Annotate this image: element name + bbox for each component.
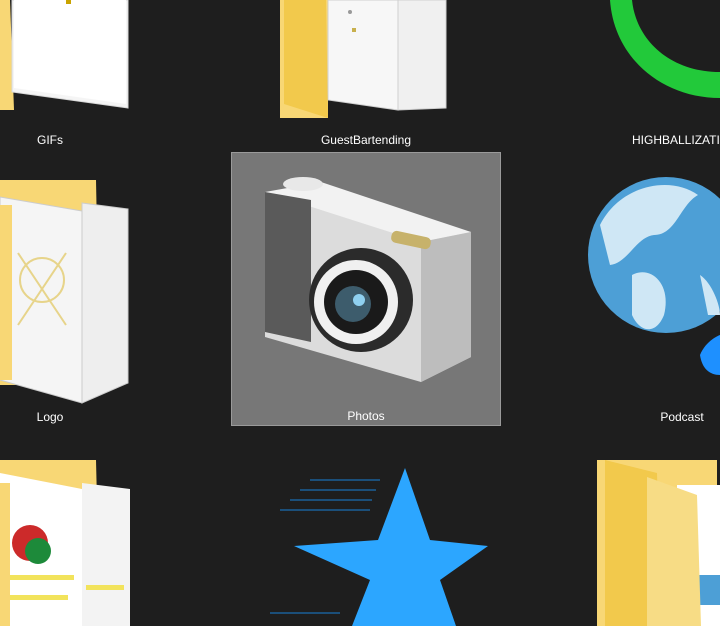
item-tile-highballization[interactable]: HIGHBALLIZATIC: [600, 0, 720, 150]
item-label: Photos: [347, 409, 385, 423]
item-tile-photos[interactable]: Photos: [231, 152, 501, 426]
folder-icon: [0, 0, 129, 110]
camera-icon: [265, 177, 471, 382]
folder-tile-gifs[interactable]: GIFs: [0, 0, 129, 150]
item-tile-podcast[interactable]: Podcast: [580, 165, 720, 425]
green-ring-icon: [610, 0, 720, 98]
star-icon: [270, 468, 488, 626]
item-label: Podcast: [660, 410, 704, 424]
folder-tile-logo[interactable]: Logo: [0, 175, 140, 425]
item-label: GIFs: [37, 133, 63, 147]
folder-icon: [0, 180, 129, 404]
folder-tile-row3-right[interactable]: [597, 455, 720, 626]
item-label: GuestBartending: [320, 133, 412, 147]
folder-tile-guestbartending[interactable]: GuestBartending: [280, 0, 450, 150]
folder-tile-row3-left[interactable]: [0, 455, 140, 626]
folder-icon: [0, 460, 130, 626]
folder-icon: [597, 460, 720, 626]
folder-icon: [280, 0, 447, 118]
item-tile-starred[interactable]: [260, 468, 490, 626]
globe-icon: [588, 177, 720, 375]
item-label: HIGHBALLIZATIC: [632, 133, 720, 147]
item-label: Logo: [36, 410, 64, 424]
